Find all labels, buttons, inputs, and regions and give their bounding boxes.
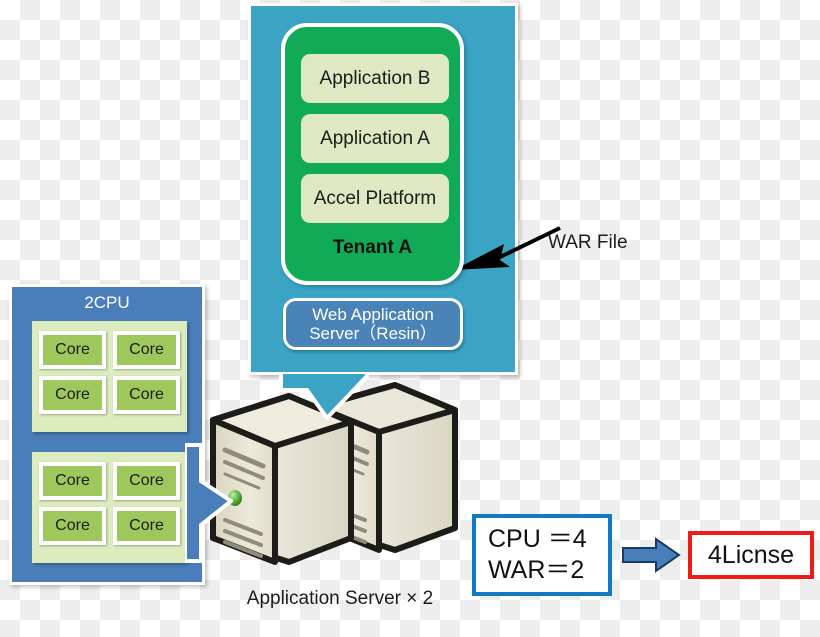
server-caption: Application Server × 2 xyxy=(246,588,434,609)
tenant-label: Tenant A xyxy=(332,237,413,258)
cpu-panel-callout-tail xyxy=(185,443,233,563)
cpu-group: Core Core Core Core xyxy=(32,321,187,432)
license-formula-box: CPU ＝4 WAR＝2 xyxy=(472,514,612,596)
arrow-left-icon xyxy=(454,226,561,270)
license-result-label: 4Licnse xyxy=(707,540,795,569)
cpu-panel-title: 2CPU xyxy=(84,293,130,312)
application-box-a: Application A xyxy=(301,114,449,163)
application-box-label: Application A xyxy=(320,127,430,149)
core-box: Core xyxy=(39,376,106,414)
web-app-server-line1: Web Application xyxy=(312,304,434,324)
core-row: Core Core xyxy=(39,507,180,545)
formula-cpu-line: CPU ＝4 xyxy=(488,524,587,553)
application-box-label: Accel Platform xyxy=(313,187,437,209)
core-row: Core Core xyxy=(39,462,180,500)
application-box-label: Application B xyxy=(319,67,431,89)
formula-war-line: WAR＝2 xyxy=(488,556,585,584)
arrow-right-icon xyxy=(622,537,681,573)
core-box: Core xyxy=(39,331,106,369)
war-file-label: WAR File xyxy=(548,232,628,253)
core-box: Core xyxy=(39,462,106,500)
core-row: Core Core xyxy=(39,331,180,369)
tenant-a-container: Application B Application A Accel Platfo… xyxy=(281,23,464,285)
web-app-server-line2: Server（Resin） xyxy=(309,324,437,343)
core-row: Core Core xyxy=(39,376,180,414)
cpu-panel: 2CPU Core Core Core Core Core Core Core … xyxy=(9,284,205,585)
core-box: Core xyxy=(113,462,180,500)
core-box: Core xyxy=(39,507,106,545)
cpu-group: Core Core Core Core xyxy=(32,452,187,563)
web-application-server-label: Web Application Server（Resin） xyxy=(283,298,463,350)
application-box-b: Application B xyxy=(301,54,449,103)
core-box: Core xyxy=(113,376,180,414)
web-app-panel-callout-tail xyxy=(279,372,369,420)
core-box: Core xyxy=(113,507,180,545)
application-box-accel-platform: Accel Platform xyxy=(301,174,449,223)
license-result-box: 4Licnse xyxy=(688,531,814,579)
core-box: Core xyxy=(113,331,180,369)
diagram-canvas: Application B Application A Accel Platfo… xyxy=(0,0,820,637)
